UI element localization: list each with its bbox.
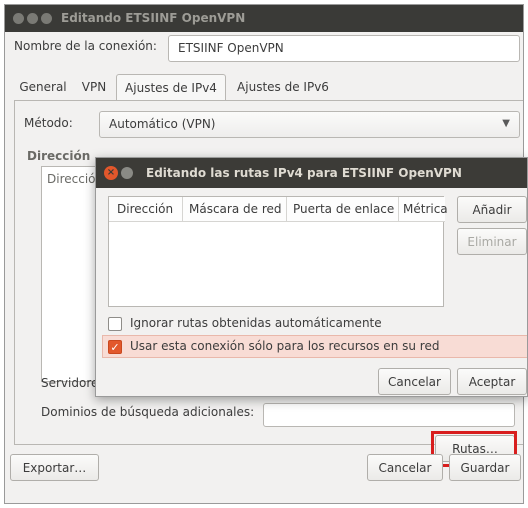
only-resources-label: Usar esta conexión sólo para los recurso… bbox=[130, 339, 440, 353]
search-domains-input[interactable] bbox=[263, 403, 515, 427]
ignore-auto-routes-option[interactable]: Ignorar rutas obtenidas automáticamente bbox=[106, 313, 406, 335]
export-button[interactable]: Exportar… bbox=[10, 454, 99, 481]
dialog-title: Editando las rutas IPv4 para ETSIINF Ope… bbox=[146, 166, 462, 180]
checkmark-icon[interactable]: ✓ bbox=[108, 340, 122, 354]
ignore-auto-routes-checkbox[interactable] bbox=[108, 317, 122, 331]
add-route-button[interactable]: Añadir bbox=[457, 196, 527, 223]
column-header-metric[interactable]: Métrica bbox=[399, 197, 448, 222]
only-resources-option[interactable]: ✓ Usar esta conexión sólo para los recur… bbox=[106, 336, 466, 358]
minimize-icon[interactable] bbox=[121, 167, 133, 179]
cancel-button[interactable]: Cancelar bbox=[367, 454, 443, 481]
ignore-auto-routes-label: Ignorar rutas obtenidas automáticamente bbox=[130, 316, 382, 330]
method-label: Método: bbox=[24, 116, 73, 130]
connection-name-input[interactable]: ETSIINF OpenVPN bbox=[168, 35, 520, 62]
dialog-cancel-button[interactable]: Cancelar bbox=[378, 368, 451, 395]
connection-name-label: Nombre de la conexión: bbox=[14, 39, 157, 53]
column-header-address[interactable]: Dirección bbox=[109, 197, 183, 222]
close-icon[interactable]: × bbox=[104, 166, 118, 180]
method-select[interactable]: Automático (VPN) ▼ bbox=[99, 111, 520, 138]
window-titlebar[interactable]: Editando ETSIINF OpenVPN bbox=[5, 5, 523, 32]
ipv4-routes-dialog: × Editando las rutas IPv4 para ETSIINF O… bbox=[95, 157, 528, 397]
minimize-icon[interactable] bbox=[27, 13, 38, 24]
chevron-down-icon: ▼ bbox=[502, 118, 510, 129]
addresses-heading: Dirección bbox=[27, 149, 91, 163]
search-domains-label: Dominios de búsqueda adicionales: bbox=[41, 405, 255, 419]
maximize-icon[interactable] bbox=[41, 13, 52, 24]
close-icon[interactable] bbox=[13, 13, 24, 24]
dialog-accept-button[interactable]: Aceptar bbox=[457, 368, 527, 395]
tab-general[interactable]: General bbox=[14, 74, 72, 101]
save-button[interactable]: Guardar bbox=[449, 454, 521, 481]
routes-table[interactable]: Dirección Máscara de red Puerta de enlac… bbox=[108, 196, 448, 307]
tab-vpn[interactable]: VPN bbox=[74, 74, 114, 101]
column-header-netmask[interactable]: Máscara de red bbox=[183, 197, 287, 222]
dialog-titlebar[interactable]: × Editando las rutas IPv4 para ETSIINF O… bbox=[96, 158, 527, 188]
addresses-column-header[interactable]: Direcció bbox=[47, 172, 96, 186]
remove-route-button[interactable]: Eliminar bbox=[457, 228, 527, 255]
tab-ipv6-settings[interactable]: Ajustes de IPv6 bbox=[228, 74, 338, 101]
column-header-gateway[interactable]: Puerta de enlace bbox=[287, 197, 399, 222]
window-title: Editando ETSIINF OpenVPN bbox=[61, 11, 246, 25]
tab-ipv4-settings[interactable]: Ajustes de IPv4 bbox=[116, 74, 226, 101]
method-value: Automático (VPN) bbox=[109, 117, 216, 131]
